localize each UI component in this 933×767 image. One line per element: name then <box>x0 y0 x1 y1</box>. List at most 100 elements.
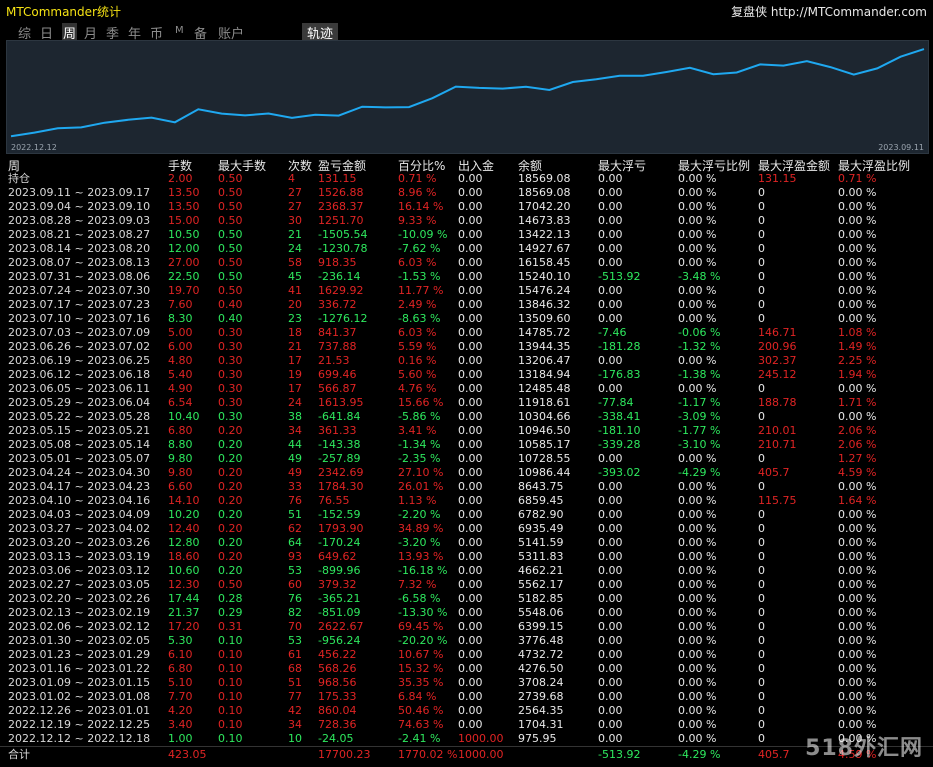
cell-maxlots: 0.20 <box>218 424 243 437</box>
table-row[interactable]: 2023.05.01 ~ 2023.05.07 9.80 0.20 49 -257.89… <box>0 452 933 466</box>
cell-lots: 15.00 <box>168 214 200 227</box>
table-row[interactable]: 2023.05.15 ~ 2023.05.21 6.80 0.20 34 361.33 3… <box>0 424 933 438</box>
cell-lots: 6.54 <box>168 396 193 409</box>
cell-pct: 26.01 % <box>398 480 444 493</box>
table-row[interactable]: 2023.05.22 ~ 2023.05.28 10.40 0.30 38 -641.8… <box>0 410 933 424</box>
cell-fppct: 0.00 % <box>838 536 877 549</box>
table-row[interactable]: 2023.04.10 ~ 2023.04.16 14.10 0.20 76 76.55 1… <box>0 494 933 508</box>
table-row[interactable]: 2023.07.03 ~ 2023.07.09 5.00 0.30 18 841.37 6… <box>0 326 933 340</box>
cell-ddpct: -3.10 % <box>678 438 721 451</box>
cell-maxlots: 0.20 <box>218 494 243 507</box>
cell-count: 76 <box>288 494 302 507</box>
table-row[interactable]: 2023.03.13 ~ 2023.03.19 18.60 0.20 93 649.62… <box>0 550 933 564</box>
table-row[interactable]: 2023.07.17 ~ 2023.07.23 7.60 0.40 20 336.72 2… <box>0 298 933 312</box>
table-row[interactable]: 2023.03.20 ~ 2023.03.26 12.80 0.20 64 -170.2… <box>0 536 933 550</box>
cell-maxfp: 0 <box>758 578 765 591</box>
cell-fppct: 0.00 % <box>838 550 877 563</box>
cell-label: 2022.12.12 ~ 2022.12.18 <box>8 732 151 745</box>
table-row[interactable]: 2023.07.24 ~ 2023.07.30 19.70 0.50 41 1629.9… <box>0 284 933 298</box>
table-row[interactable]: 2023.07.31 ~ 2023.08.06 22.50 0.50 45 -236.1… <box>0 270 933 284</box>
table-row[interactable]: 2023.06.26 ~ 2023.07.02 6.00 0.30 21 737.88 5… <box>0 340 933 354</box>
cell-maxlots: 0.30 <box>218 396 243 409</box>
table-row[interactable]: 2023.08.28 ~ 2023.09.03 15.00 0.50 30 1251.7… <box>0 214 933 228</box>
cell-balance: 18569.08 <box>518 186 571 199</box>
cell-maxfp: 146.71 <box>758 326 797 339</box>
table-row[interactable]: 2023.03.06 ~ 2023.03.12 10.60 0.20 53 -899.9… <box>0 564 933 578</box>
table-row[interactable]: 2023.02.06 ~ 2023.02.12 17.20 0.31 70 2622.6… <box>0 620 933 634</box>
cell-maxfp: 210.71 <box>758 438 797 451</box>
table-row[interactable]: 2022.12.19 ~ 2022.12.25 3.40 0.10 34 728.36 7… <box>0 718 933 732</box>
cell-ddpct: 0.00 % <box>678 634 717 647</box>
cell-maxdd: 0.00 <box>598 704 623 717</box>
cell-lots: 9.80 <box>168 466 193 479</box>
table-row[interactable]: 2022.12.26 ~ 2023.01.01 4.20 0.10 42 860.04 5… <box>0 704 933 718</box>
cell-balance: 10304.66 <box>518 410 571 423</box>
cell-maxlots: 0.50 <box>218 228 243 241</box>
cell-pct: 35.35 % <box>398 676 444 689</box>
table-row[interactable]: 2023.01.23 ~ 2023.01.29 6.10 0.10 61 456.22 1… <box>0 648 933 662</box>
cell-lots: 13.50 <box>168 186 200 199</box>
cell-balance: 4662.21 <box>518 564 564 577</box>
cell-ddpct: -1.32 % <box>678 340 721 353</box>
cell-maxlots: 0.20 <box>218 508 243 521</box>
cell-maxfp: 0 <box>758 382 765 395</box>
cell-count: 18 <box>288 326 302 339</box>
table-row[interactable]: 2023.09.11 ~ 2023.09.17 13.50 0.50 27 1526.8… <box>0 186 933 200</box>
table-row[interactable]: 持仓 2.00 0.50 4 131.15 0.71 % 0.00 18569.08 0.00 0… <box>0 172 933 186</box>
cell-maxdd: 0.00 <box>598 452 623 465</box>
table-row[interactable]: 2023.04.24 ~ 2023.04.30 9.80 0.20 49 2342.69… <box>0 466 933 480</box>
cell-pct: 6.03 % <box>398 256 437 269</box>
cell-pct: -2.41 % <box>398 732 441 745</box>
table-row[interactable]: 2023.02.20 ~ 2023.02.26 17.44 0.28 76 -365.2… <box>0 592 933 606</box>
cell-maxlots: 0.10 <box>218 732 243 745</box>
cell-count: 34 <box>288 424 302 437</box>
cell-io: 0.00 <box>458 578 483 591</box>
cell-count: 45 <box>288 270 302 283</box>
table-row[interactable]: 2023.09.04 ~ 2023.09.10 13.50 0.50 27 2368.3… <box>0 200 933 214</box>
cell-pct: 6.84 % <box>398 690 437 703</box>
cell-io: 0.00 <box>458 396 483 409</box>
cell-lots: 5.00 <box>168 326 193 339</box>
cell-maxfp: 0 <box>758 186 765 199</box>
table-row[interactable]: 2023.01.09 ~ 2023.01.15 5.10 0.10 51 968.56 3… <box>0 676 933 690</box>
table-row[interactable]: 2023.07.10 ~ 2023.07.16 8.30 0.40 23 -1276.1… <box>0 312 933 326</box>
table-row[interactable]: 2023.06.12 ~ 2023.06.18 5.40 0.30 19 699.46 5… <box>0 368 933 382</box>
cell-pnl: 2368.37 <box>318 200 364 213</box>
table-row[interactable]: 2023.02.13 ~ 2023.02.19 21.37 0.29 82 -851.0… <box>0 606 933 620</box>
cell-ddpct: -0.06 % <box>678 326 721 339</box>
cell-maxdd: 0.00 <box>598 690 623 703</box>
cell-maxfp: 0 <box>758 200 765 213</box>
cell-label: 2023.03.06 ~ 2023.03.12 <box>8 564 151 577</box>
cell-io: 0.00 <box>458 438 483 451</box>
table-row[interactable]: 2023.08.07 ~ 2023.08.13 27.00 0.50 58 918.35… <box>0 256 933 270</box>
cell-io: 0.00 <box>458 704 483 717</box>
tab-7[interactable]: M <box>175 25 184 36</box>
cell-fppct: 0.00 % <box>838 578 877 591</box>
cell-pnl: 1784.30 <box>318 480 364 493</box>
table-row[interactable]: 2023.03.27 ~ 2023.04.02 12.40 0.20 62 1793.9… <box>0 522 933 536</box>
chart-end-date: 2023.09.11 <box>878 143 924 152</box>
table-row[interactable]: 2023.08.14 ~ 2023.08.20 12.00 0.50 24 -1230.… <box>0 242 933 256</box>
table-row[interactable]: 2023.05.08 ~ 2023.05.14 8.80 0.20 44 -143.38… <box>0 438 933 452</box>
cell-label: 2023.01.23 ~ 2023.01.29 <box>8 648 151 661</box>
table-row[interactable]: 2023.05.29 ~ 2023.06.04 6.54 0.30 24 1613.95… <box>0 396 933 410</box>
table-row[interactable]: 2022.12.12 ~ 2022.12.18 1.00 0.10 10 -24.05 -… <box>0 732 933 746</box>
cell-balance: 14927.67 <box>518 242 571 255</box>
cell-maxfp: 0 <box>758 704 765 717</box>
table-row[interactable]: 2023.04.17 ~ 2023.04.23 6.60 0.20 33 1784.30… <box>0 480 933 494</box>
cell-count: 53 <box>288 634 302 647</box>
table-row[interactable]: 2023.06.05 ~ 2023.06.11 4.90 0.30 17 566.87 4… <box>0 382 933 396</box>
cell-ddpct: 0.00 % <box>678 620 717 633</box>
cell-label: 2023.09.11 ~ 2023.09.17 <box>8 186 151 199</box>
cell-balance: 13846.32 <box>518 298 571 311</box>
table-row[interactable]: 2023.06.19 ~ 2023.06.25 4.80 0.30 17 21.53 0.… <box>0 354 933 368</box>
table-row[interactable]: 2023.01.16 ~ 2023.01.22 6.80 0.10 68 568.26 1… <box>0 662 933 676</box>
brand-link[interactable]: 复盘侠 http://MTCommander.com <box>731 3 927 20</box>
cell-count: 33 <box>288 480 302 493</box>
cell-maxdd: 0.00 <box>598 564 623 577</box>
table-row[interactable]: 2023.01.30 ~ 2023.02.05 5.30 0.10 53 -956.24… <box>0 634 933 648</box>
table-row[interactable]: 2023.04.03 ~ 2023.04.09 10.20 0.20 51 -152.5… <box>0 508 933 522</box>
table-row[interactable]: 2023.08.21 ~ 2023.08.27 10.50 0.50 21 -1505.… <box>0 228 933 242</box>
table-row[interactable]: 2023.01.02 ~ 2023.01.08 7.70 0.10 77 175.33 6… <box>0 690 933 704</box>
table-row[interactable]: 2023.02.27 ~ 2023.03.05 12.30 0.50 60 379.32… <box>0 578 933 592</box>
